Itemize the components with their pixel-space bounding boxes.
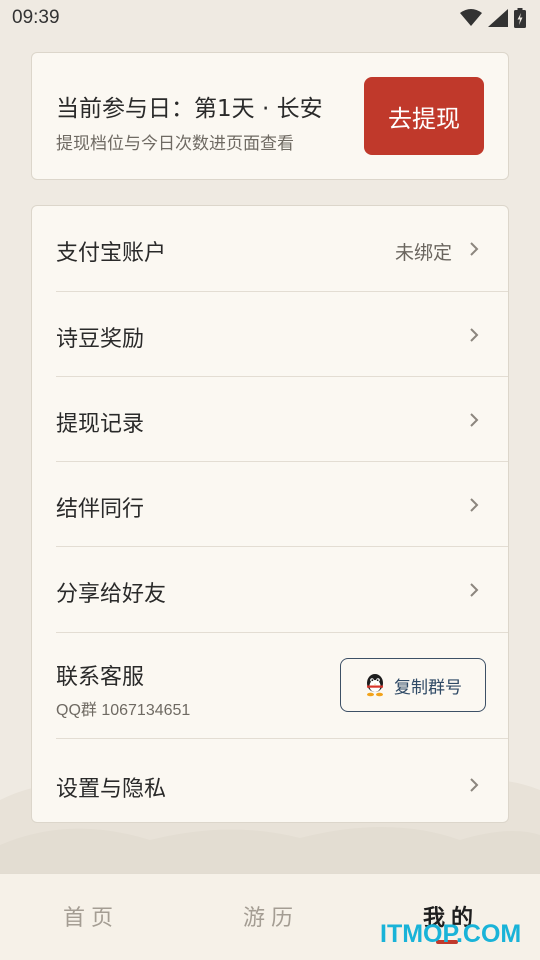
chevron-right-icon [470, 583, 479, 597]
menu-item-settings[interactable]: 设置与隐私 [32, 739, 510, 823]
status-icons [460, 8, 526, 28]
copy-group-number-label: 复制群号 [394, 677, 462, 697]
participation-title: 当前参与日：第1天 · 长安 [56, 96, 323, 122]
withdraw-button[interactable]: 去提现 [364, 77, 484, 155]
support-qq-group: QQ群 1067134651 [56, 702, 191, 719]
menu-item-label: 提现记录 [56, 412, 145, 437]
menu-item-alipay[interactable]: 支付宝账户 未绑定 [32, 206, 510, 292]
copy-group-number-button[interactable]: 复制群号 [340, 658, 486, 712]
menu-item-share[interactable]: 分享给好友 [32, 547, 510, 632]
menu-item-companions[interactable]: 结伴同行 [32, 462, 510, 547]
chevron-right-icon [470, 413, 479, 427]
menu-list: 支付宝账户 未绑定 诗豆奖励 提现记录 结伴同行 分享给好友 联系客服 QQ群 … [31, 205, 509, 823]
participation-card: 当前参与日：第1天 · 长安 提现档位与今日次数进页面查看 去提现 [31, 52, 509, 180]
signal-icon [488, 9, 508, 27]
menu-item-withdraw-records[interactable]: 提现记录 [32, 377, 510, 462]
menu-item-beans[interactable]: 诗豆奖励 [32, 292, 510, 377]
chevron-right-icon [470, 242, 479, 256]
status-time: 09:39 [12, 7, 60, 28]
qq-penguin-icon [367, 674, 383, 697]
menu-item-label: 支付宝账户 [56, 241, 167, 266]
alipay-status-value: 未绑定 [394, 242, 452, 264]
chevron-right-icon [470, 778, 479, 792]
chevron-right-icon [470, 498, 479, 512]
menu-item-label: 联系客服 [56, 665, 145, 690]
battery-icon [514, 8, 526, 28]
chevron-right-icon [470, 328, 479, 342]
watermark-logo: ITMOP.COM [380, 920, 522, 948]
menu-item-label: 诗豆奖励 [56, 327, 145, 352]
nav-tab-home[interactable]: 首页 [63, 900, 119, 932]
participation-subtitle: 提现档位与今日次数进页面查看 [56, 134, 294, 154]
menu-item-label: 结伴同行 [56, 497, 145, 522]
menu-item-label: 分享给好友 [56, 582, 167, 607]
status-bar: 09:39 [0, 0, 540, 36]
nav-tab-travels[interactable]: 游历 [243, 900, 299, 932]
menu-item-label: 设置与隐私 [56, 777, 167, 802]
wifi-icon [460, 9, 482, 26]
menu-item-support: 联系客服 QQ群 1067134651 复制群号 [32, 633, 510, 738]
